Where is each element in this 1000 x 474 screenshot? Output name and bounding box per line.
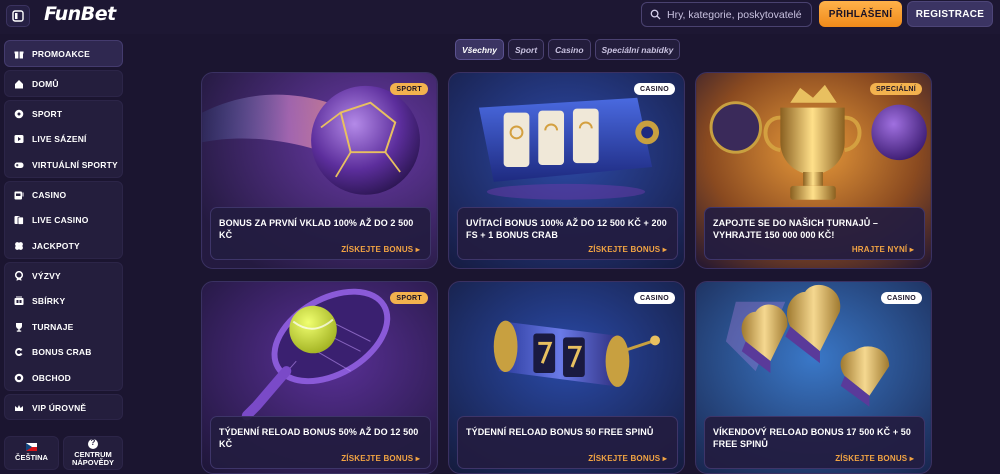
sidebar-item-challenges[interactable]: VÝZVY	[5, 263, 122, 289]
sidebar-item-label: LIVE SÁZENÍ	[32, 134, 87, 145]
sidebar-group-sports: SPORT LIVE SÁZENÍ VIRTUÁLNÍ SPORTY	[4, 100, 123, 178]
sidebar-item-casino[interactable]: CASINO	[5, 182, 122, 208]
sidebar-item-label: SPORT	[32, 108, 63, 119]
sidebar-group-home: DOMŮ	[4, 70, 123, 97]
search-input[interactable]	[667, 8, 811, 21]
sidebar-item-label: SBÍRKY	[32, 296, 66, 307]
cards-icon	[14, 216, 24, 226]
category-badge: SPECIÁLNÍ	[869, 83, 922, 95]
sidebar-item-tournaments[interactable]: TURNAJE	[5, 314, 122, 340]
menu-toggle-button[interactable]	[6, 5, 30, 27]
promo-card[interactable]: SPECIÁLNÍ ZAPOJTE SE DO NAŠICH TURNAJŮ –…	[695, 72, 932, 269]
sidebar-item-shop[interactable]: OBCHOD	[5, 365, 122, 391]
promo-title: TÝDENNÍ RELOAD BONUS 50% AŽ DO 12 500 KČ	[219, 427, 419, 449]
language-label: ČEŠTINA	[15, 453, 48, 463]
czech-flag-icon	[26, 443, 37, 452]
promo-cta-link[interactable]: ZÍSKEJTE BONUS	[341, 245, 420, 254]
promo-info-panel: BONUS ZA PRVNÍ VKLAD 100% AŽ DO 2 500 KČ…	[210, 207, 431, 260]
collection-icon	[14, 296, 23, 306]
sidebar-group-extras: VÝZVY SBÍRKY TURNAJE BONUS CRAB OBCHOD	[4, 262, 123, 391]
sidebar-item-vip[interactable]: VIP ÚROVNĚ	[5, 395, 122, 421]
sidebar-toggle-icon	[12, 10, 24, 22]
sidebar-item-live-casino[interactable]: LIVE CASINO	[5, 208, 122, 234]
help-center-button[interactable]: ? CENTRUM NÁPOVĚDY	[63, 436, 123, 470]
gift-icon	[14, 51, 23, 59]
promo-cta-link[interactable]: HRAJTE NYNÍ	[852, 245, 914, 254]
sidebar-item-bonus-crab[interactable]: BONUS CRAB	[5, 340, 122, 366]
funbet-logo[interactable]: FunBet	[44, 3, 116, 25]
sidebar-item-label: VIRTUÁLNÍ SPORTY	[32, 159, 118, 170]
top-bar: FunBet PŘIHLÁŠENÍ REGISTRACE	[0, 0, 1000, 34]
category-badge: SPORT	[390, 83, 428, 95]
promo-filter-bar: Všechny Sport Casino Speciální nabídky	[455, 39, 681, 60]
sidebar-item-label: VÝZVY	[32, 270, 61, 281]
filter-all[interactable]: Všechny	[455, 39, 504, 60]
sidebar-item-home[interactable]: DOMŮ	[5, 71, 122, 97]
help-icon: ?	[88, 438, 98, 449]
crown-icon	[14, 404, 23, 411]
trophy-icon	[15, 322, 22, 332]
gamepad-icon	[14, 162, 23, 168]
promo-card[interactable]: CASINO UVÍTACÍ BONUS 100% AŽ DO 12 500 K…	[448, 72, 685, 269]
promo-info-panel: UVÍTACÍ BONUS 100% AŽ DO 12 500 KČ + 200…	[457, 207, 678, 260]
sidebar-item-label: LIVE CASINO	[32, 215, 89, 226]
promo-title: BONUS ZA PRVNÍ VKLAD 100% AŽ DO 2 500 KČ	[219, 218, 414, 240]
sidebar-item-label: CASINO	[32, 189, 67, 200]
promo-card[interactable]: CASINO TÝDENNÍ RELOAD BONUS 50 FREE SPIN…	[448, 281, 685, 474]
sidebar-item-live-betting[interactable]: LIVE SÁZENÍ	[5, 127, 122, 153]
clover-icon	[14, 241, 23, 250]
sidebar: PROMOAKCE DOMŮ SPORT LIVE SÁZENÍ VIRTUÁL…	[0, 34, 130, 474]
slot-machine-icon	[14, 191, 23, 200]
crab-icon	[14, 348, 22, 357]
promo-info-panel: ZAPOJTE SE DO NAŠICH TURNAJŮ – VYHRAJTE …	[704, 207, 925, 260]
filter-casino[interactable]: Casino	[548, 39, 591, 60]
sidebar-item-promo[interactable]: PROMOAKCE	[5, 41, 122, 67]
search-box[interactable]	[641, 2, 812, 27]
promo-title: UVÍTACÍ BONUS 100% AŽ DO 12 500 KČ + 200…	[466, 218, 667, 240]
language-selector[interactable]: ČEŠTINA	[4, 436, 59, 470]
sidebar-group-vip: VIP ÚROVNĚ	[4, 394, 123, 420]
help-label-line2: NÁPOVĚDY	[71, 458, 115, 467]
sidebar-item-label: OBCHOD	[32, 372, 71, 383]
sidebar-item-label: PROMOAKCE	[32, 48, 90, 59]
promo-title: VÍKENDOVÝ RELOAD BONUS 17 500 KČ + 50 FR…	[713, 427, 912, 449]
category-badge: CASINO	[880, 292, 922, 304]
sidebar-item-sport[interactable]: SPORT	[5, 101, 122, 127]
shop-icon	[14, 373, 23, 383]
filter-special-offers[interactable]: Speciální nabídky	[594, 39, 681, 60]
soccer-ball-icon	[14, 109, 23, 119]
sidebar-group-promo: PROMOAKCE	[4, 40, 123, 67]
sidebar-item-label: VIP ÚROVNĚ	[32, 402, 87, 413]
medal-icon	[14, 270, 23, 281]
register-button[interactable]: REGISTRACE	[907, 1, 993, 27]
category-badge: SPORT	[390, 292, 428, 304]
filter-sport[interactable]: Sport	[507, 39, 545, 60]
sidebar-item-label: DOMŮ	[32, 78, 59, 89]
promo-cta-link[interactable]: ZÍSKEJTE BONUS	[341, 454, 420, 463]
promo-cta-link[interactable]: ZÍSKEJTE BONUS	[588, 245, 667, 254]
promo-info-panel: TÝDENNÍ RELOAD BONUS 50% AŽ DO 12 500 KČ…	[210, 416, 431, 469]
sidebar-item-label: JACKPOTY	[32, 240, 80, 251]
category-badge: CASINO	[633, 83, 675, 95]
sidebar-item-label: TURNAJE	[32, 321, 74, 332]
category-badge: CASINO	[633, 292, 675, 304]
promo-cta-link[interactable]: ZÍSKEJTE BONUS	[835, 454, 914, 463]
promo-info-panel: VÍKENDOVÝ RELOAD BONUS 17 500 KČ + 50 FR…	[704, 416, 925, 469]
promo-title: ZAPOJTE SE DO NAŠICH TURNAJŮ – VYHRAJTE …	[713, 218, 879, 240]
sidebar-group-casino: CASINO LIVE CASINO JACKPOTY	[4, 181, 123, 259]
sidebar-item-collections[interactable]: SBÍRKY	[5, 289, 122, 315]
sidebar-item-jackpots[interactable]: JACKPOTY	[5, 233, 122, 259]
sidebar-item-virtual-sports[interactable]: VIRTUÁLNÍ SPORTY	[5, 152, 122, 178]
promo-title: TÝDENNÍ RELOAD BONUS 50 FREE SPINŮ	[466, 427, 654, 437]
promo-cta-link[interactable]: ZÍSKEJTE BONUS	[588, 454, 667, 463]
live-play-icon	[14, 135, 23, 144]
sidebar-item-label: BONUS CRAB	[32, 347, 92, 358]
promo-info-panel: TÝDENNÍ RELOAD BONUS 50 FREE SPINŮ ZÍSKE…	[457, 416, 678, 469]
search-icon	[650, 9, 661, 20]
promo-card[interactable]: SPORT BONUS ZA PRVNÍ VKLAD 100% AŽ DO 2 …	[201, 72, 438, 269]
home-icon	[14, 79, 23, 89]
promo-card[interactable]: CASINO VÍKENDOVÝ RELOAD BONUS 17 500 KČ …	[695, 281, 932, 474]
promo-card[interactable]: SPORT TÝDENNÍ RELOAD BONUS 50% AŽ DO 12 …	[201, 281, 438, 474]
login-button[interactable]: PŘIHLÁŠENÍ	[819, 1, 902, 27]
